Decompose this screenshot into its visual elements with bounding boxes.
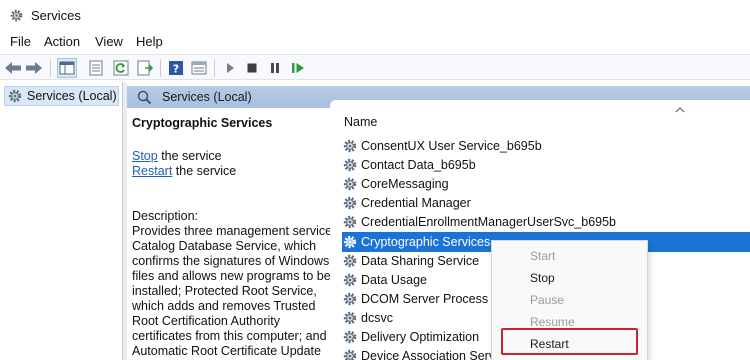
resume-service-icon[interactable] bbox=[288, 58, 308, 78]
toolbar-separator bbox=[50, 59, 51, 77]
service-row[interactable]: ConsentUX User Service_b695b bbox=[342, 136, 750, 156]
gear-icon bbox=[343, 330, 357, 344]
description-text-line: installed; Protected Root Service, bbox=[132, 284, 317, 298]
forward-arrow-icon[interactable] bbox=[24, 58, 44, 78]
menu-help[interactable]: Help bbox=[136, 34, 163, 49]
description-label: Description: bbox=[132, 209, 198, 223]
tree-pane: Services (Local) bbox=[0, 82, 123, 360]
service-name: Data Usage bbox=[361, 272, 428, 287]
refresh-icon[interactable] bbox=[111, 58, 131, 78]
stop-link[interactable]: Stop bbox=[132, 149, 158, 163]
service-name: Credential Manager bbox=[361, 196, 471, 211]
description-text-line: which adds and removes Trusted bbox=[132, 299, 316, 313]
toolbar-separator bbox=[214, 59, 215, 77]
gear-icon bbox=[343, 158, 357, 172]
gear-icon bbox=[343, 235, 357, 248]
description-text-line: Catalog Database Service, which bbox=[132, 239, 317, 253]
service-name: ConsentUX User Service_b695b bbox=[361, 139, 542, 153]
restart-action-text: the service bbox=[172, 164, 237, 178]
restart-action-line: Restart the service bbox=[132, 164, 236, 178]
gear-icon bbox=[343, 349, 357, 360]
sort-ascending-icon[interactable] bbox=[675, 105, 685, 115]
toolbar-separator bbox=[160, 59, 161, 77]
toolbar: ? bbox=[0, 54, 750, 80]
description-text-line: confirms the signatures of Windows bbox=[132, 254, 330, 268]
service-row[interactable]: CredentialEnrollmentManagerUserSvc_b695b bbox=[342, 212, 750, 232]
stop-action-line: Stop the service bbox=[132, 149, 222, 163]
service-row[interactable]: Credential Manager bbox=[342, 193, 750, 213]
service-name: dcsvc bbox=[361, 310, 393, 325]
gear-icon bbox=[343, 216, 357, 229]
restart-link[interactable]: Restart bbox=[132, 164, 172, 178]
svg-text:?: ? bbox=[173, 63, 179, 76]
context-menu-stop[interactable]: Stop bbox=[530, 271, 555, 285]
tree-item-label: Services (Local) bbox=[27, 89, 117, 103]
pause-service-icon[interactable] bbox=[265, 58, 285, 78]
search-gear-icon bbox=[137, 90, 152, 105]
context-menu-resume: Resume bbox=[530, 315, 575, 329]
description-text-line: certificates from this computer; and bbox=[132, 329, 327, 343]
service-name: Data Sharing Service bbox=[361, 253, 480, 268]
gear-icon bbox=[10, 9, 23, 22]
details-header-title: Services (Local) bbox=[162, 90, 252, 104]
gear-icon bbox=[343, 273, 357, 286]
description-text-line: Root Certification Authority bbox=[132, 314, 280, 328]
stop-action-text: the service bbox=[157, 149, 222, 163]
properties-icon[interactable] bbox=[86, 58, 106, 78]
service-name: Cryptographic Services bbox=[361, 234, 491, 249]
gear-icon bbox=[343, 197, 357, 210]
menu-file[interactable]: File bbox=[10, 34, 31, 49]
gear-icon bbox=[343, 254, 357, 267]
description-text-line: Automatic Root Certificate Update bbox=[132, 344, 321, 358]
service-name: Device Association Servic bbox=[361, 349, 505, 360]
gear-icon bbox=[343, 292, 357, 305]
service-name: Delivery Optimization bbox=[361, 330, 480, 344]
service-row[interactable]: CoreMessaging bbox=[342, 174, 750, 194]
menu-action[interactable]: Action bbox=[44, 34, 80, 49]
menu-bar: File Action View Help bbox=[0, 32, 750, 52]
context-menu-pause: Pause bbox=[530, 293, 565, 307]
view-icon[interactable] bbox=[189, 58, 209, 78]
title-bar: Services bbox=[0, 0, 750, 32]
menu-view[interactable]: View bbox=[95, 34, 123, 49]
context-menu: Start Stop Pause Resume Restart bbox=[491, 240, 648, 360]
service-name: DCOM Server Process La bbox=[361, 291, 506, 306]
gear-icon bbox=[8, 89, 22, 103]
gear-icon bbox=[343, 139, 357, 153]
gear-icon bbox=[343, 177, 357, 191]
description-pane: Cryptographic Services Stop the service … bbox=[127, 108, 342, 360]
show-hide-tree-icon[interactable] bbox=[57, 58, 77, 78]
window-title: Services bbox=[31, 8, 81, 23]
start-service-icon[interactable] bbox=[220, 58, 240, 78]
help-icon[interactable]: ? bbox=[166, 58, 186, 78]
stop-service-icon[interactable] bbox=[242, 58, 262, 78]
tree-item-services-local[interactable]: Services (Local) bbox=[4, 86, 119, 106]
column-header-name[interactable]: Name bbox=[344, 115, 377, 129]
service-row[interactable]: Contact Data_b695b bbox=[342, 155, 750, 175]
context-menu-restart[interactable]: Restart bbox=[530, 337, 569, 351]
gear-icon bbox=[343, 311, 357, 325]
service-name: Contact Data_b695b bbox=[361, 158, 476, 173]
service-title: Cryptographic Services bbox=[132, 116, 273, 130]
back-arrow-icon[interactable] bbox=[3, 58, 23, 78]
context-menu-start: Start bbox=[530, 249, 556, 263]
export-list-icon[interactable] bbox=[135, 58, 155, 78]
service-name: CredentialEnrollmentManagerUserSvc_b695b bbox=[361, 215, 616, 230]
restart-highlight-box bbox=[501, 328, 638, 355]
service-name: CoreMessaging bbox=[361, 177, 449, 192]
description-text-line: Provides three management services: bbox=[132, 224, 342, 238]
description-text-line: files and allows new programs to be bbox=[132, 269, 331, 283]
